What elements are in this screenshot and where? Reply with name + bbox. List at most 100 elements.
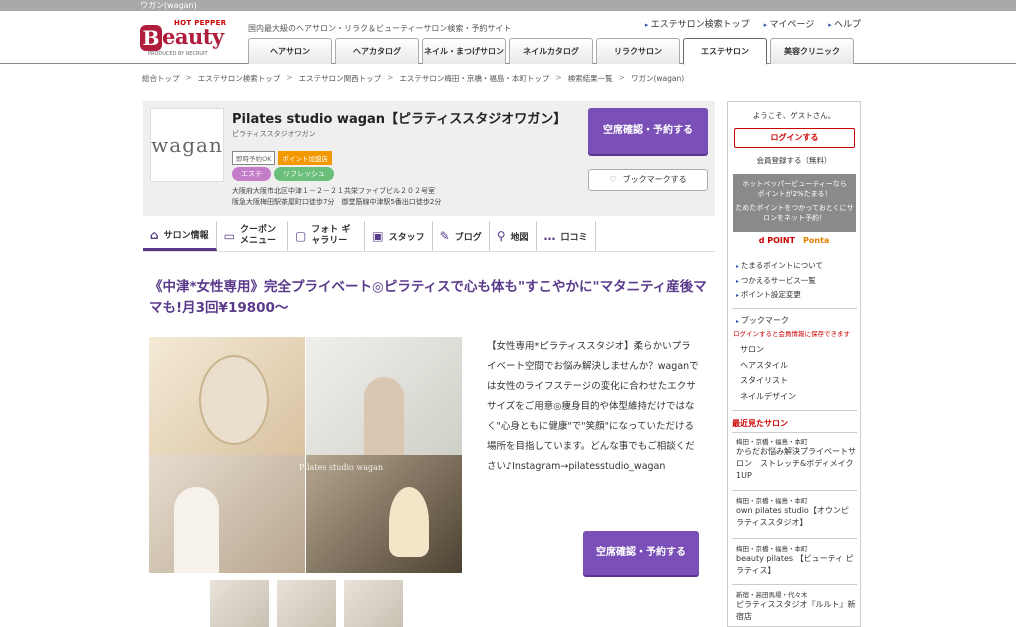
nav-salon-info[interactable]: ⌂ サロン情報 bbox=[143, 221, 217, 251]
tab-hair-catalog[interactable]: ヘアカタログ bbox=[335, 38, 419, 64]
point-link[interactable]: ポイント設定変更 bbox=[736, 288, 823, 303]
promo-line: ポイントが2%たまる！ bbox=[757, 190, 832, 198]
salon-name: Pilates studio wagan【ピラティススタジオワガン】 bbox=[232, 112, 567, 127]
coupon-icon: ▭ bbox=[223, 229, 235, 243]
recent-area: 梅田・京橋・福島・本町 bbox=[736, 545, 808, 553]
crumb-umeda[interactable]: エステサロン梅田・京橋・福島・本町トップ bbox=[399, 73, 549, 84]
hotpepper-beauty-logo[interactable]: HOT PEPPER B eauty PRODUCED BY RECRUIT bbox=[140, 17, 230, 57]
logo-word: eauty bbox=[162, 24, 224, 49]
divider bbox=[732, 432, 857, 433]
pencil-icon: ✎ bbox=[439, 229, 450, 243]
tab-nail-catalog[interactable]: ネイルカタログ bbox=[509, 38, 593, 64]
recent-salon-item[interactable]: 梅田・京橋・福島・本町 からだお悩み解決プライベートサロン ストレッチ&ボディメ… bbox=[736, 436, 856, 482]
page-title: ワガン(wagan) bbox=[140, 1, 197, 10]
bookmark-label: ブックマークする bbox=[622, 175, 687, 184]
photo-instructor-book bbox=[149, 455, 305, 573]
bookmark-links: サロン ヘアスタイル スタイリスト ネイルデザイン bbox=[740, 342, 796, 404]
header-links: エステサロン検索トップ マイページ ヘルプ bbox=[645, 17, 861, 30]
salon-main-photo[interactable]: Pilates studio wagan bbox=[149, 337, 462, 573]
nav-staff[interactable]: ▣ スタッフ bbox=[365, 221, 433, 251]
bookmark-note: ログインすると会員情報に保存できます bbox=[733, 330, 850, 338]
recent-name: beauty pilates 【ビューティ ピラティス】 bbox=[736, 554, 854, 575]
bookmark-heading: ブックマーク bbox=[736, 315, 789, 326]
tab-nail-eyelash[interactable]: ネイル・まつげサロン bbox=[422, 38, 506, 64]
browser-title-bar: ワガン(wagan) bbox=[0, 0, 1016, 11]
photo-crystal-glow bbox=[389, 487, 429, 557]
salon-logo: wagan bbox=[150, 108, 224, 182]
link-esthe-top[interactable]: エステサロン検索トップ bbox=[645, 17, 750, 30]
logo-sub: PRODUCED BY RECRUIT bbox=[148, 51, 208, 57]
nav-label: 地図 bbox=[510, 232, 529, 243]
site-tagline: 国内最大級のヘアサロン・リラク＆ビューティーサロン検索・予約サイト bbox=[248, 24, 512, 33]
bookmark-link-nail[interactable]: ネイルデザイン bbox=[740, 389, 796, 405]
nav-map[interactable]: ⚲ 地図 bbox=[490, 221, 537, 251]
crumb-esthe-top[interactable]: エステサロン検索トップ bbox=[198, 73, 281, 84]
recent-area: 新宿・高田馬場・代々木 bbox=[736, 591, 808, 599]
instant-booking-badge: 即時予約OK bbox=[232, 151, 276, 165]
thumbnail[interactable] bbox=[277, 580, 336, 627]
logo-letter: B bbox=[140, 25, 162, 51]
bookmark-link-salon[interactable]: サロン bbox=[740, 342, 796, 358]
photo-crystal bbox=[306, 455, 462, 573]
point-link[interactable]: たまるポイントについて bbox=[736, 259, 823, 274]
link-mypage[interactable]: マイページ bbox=[764, 17, 814, 30]
genre-esthe-pill: エステ bbox=[232, 167, 271, 181]
recent-name: ピラティススタジオ『ルルト』新宿店 bbox=[736, 600, 856, 621]
breadcrumb: 総合トップ > エステサロン検索トップ > エステサロン関西トップ > エステサロン梅… bbox=[142, 73, 685, 84]
crumb-home[interactable]: 総合トップ bbox=[142, 73, 180, 84]
bookmark-link-hairstyle[interactable]: ヘアスタイル bbox=[740, 358, 796, 374]
nav-coupon-menu[interactable]: ▭ クーポン メニュー bbox=[217, 221, 288, 251]
crumb-results[interactable]: 検索結果一覧 bbox=[568, 73, 613, 84]
nav-reviews[interactable]: … 口コミ bbox=[537, 221, 596, 251]
link-help[interactable]: ヘルプ bbox=[828, 17, 861, 30]
salon-address: 大阪府大阪市北区中津１－２－２１共栄ファイブビル２０２号室 bbox=[232, 187, 435, 195]
recent-salon-item[interactable]: 梅田・京橋・福島・本町 beauty pilates 【ビューティ ピラティス】 bbox=[736, 543, 856, 577]
divider bbox=[732, 584, 857, 585]
photo-caption: Pilates studio wagan bbox=[299, 463, 384, 472]
promo-line: ためたポイントをつかっておとくにサロンをネット予約！ bbox=[735, 204, 854, 222]
tab-relax[interactable]: リラクサロン bbox=[596, 38, 680, 64]
photo-thumbnails bbox=[210, 580, 403, 627]
nav-label: クーポン メニュー bbox=[239, 225, 276, 246]
divider bbox=[732, 308, 857, 309]
welcome-text: ようこそ、ゲストさん。 bbox=[752, 111, 836, 120]
thumbnail[interactable] bbox=[210, 580, 269, 627]
recent-salons-heading: 最近見たサロン bbox=[732, 419, 788, 428]
recent-area: 梅田・京橋・福島・本町 bbox=[736, 497, 808, 505]
point-logos: d POINT Ponta bbox=[728, 236, 860, 245]
home-icon: ⌂ bbox=[150, 227, 159, 242]
sidebar: ようこそ、ゲストさん。 ログインする 会員登録する（無料） ホットペッパービュー… bbox=[727, 101, 861, 627]
bookmark-link-stylist[interactable]: スタイリスト bbox=[740, 373, 796, 389]
heart-icon: ♡ bbox=[609, 175, 617, 184]
nav-label: スタッフ bbox=[388, 232, 425, 243]
tab-clinic[interactable]: 美容クリニック bbox=[770, 38, 854, 64]
point-promo-banner[interactable]: ホットペッパービューティーなら ポイントが2%たまる！ ためたポイントをつかって… bbox=[733, 174, 856, 232]
tab-hair-salon[interactable]: ヘアサロン bbox=[248, 38, 332, 64]
bookmark-button[interactable]: ♡ ブックマークする bbox=[588, 169, 708, 191]
book-button-bottom[interactable]: 空席確認・予約する bbox=[583, 531, 699, 575]
points-member-badge: ポイント加盟店 bbox=[278, 151, 332, 165]
register-link[interactable]: 会員登録する（無料） bbox=[728, 155, 860, 166]
crumb-kansai[interactable]: エステサロン関西トップ bbox=[299, 73, 382, 84]
recent-name: からだお悩み解決プライベートサロン ストレッチ&ボディメイク1UP bbox=[736, 447, 856, 480]
photo-instructor-figure bbox=[364, 377, 404, 455]
nav-photo-gallery[interactable]: ▢ フォト ギャラリー bbox=[288, 221, 366, 251]
salon-kana: ピラティススタジオワガン bbox=[232, 130, 316, 138]
recent-salon-item[interactable]: 新宿・高田馬場・代々木 ピラティススタジオ『ルルト』新宿店 bbox=[736, 589, 856, 623]
login-button[interactable]: ログインする bbox=[734, 128, 855, 148]
point-link[interactable]: つかえるサービス一覧 bbox=[736, 274, 823, 289]
nav-label: 口コミ bbox=[560, 232, 588, 243]
recent-salon-item[interactable]: 梅田・京橋・福島・本町 own pilates studio【オウンピラティスス… bbox=[736, 495, 856, 529]
nav-label: サロン情報 bbox=[163, 231, 209, 241]
divider bbox=[732, 490, 857, 491]
recent-name: own pilates studio【オウンピラティススタジオ】 bbox=[736, 506, 849, 527]
nav-label: ブログ bbox=[454, 232, 482, 243]
tab-esthe[interactable]: エステサロン bbox=[683, 38, 767, 65]
thumbnail[interactable] bbox=[344, 580, 403, 627]
nav-divider bbox=[143, 251, 715, 252]
book-button-top[interactable]: 空席確認・予約する bbox=[588, 108, 708, 154]
salon-description: 【女性専用*ピラティススタジオ】柔らかいプライベート空間でお悩み解決しませんか？… bbox=[487, 341, 699, 472]
dpoint-logo: d POINT bbox=[758, 236, 796, 245]
crumb-current: ワガン(wagan) bbox=[630, 74, 685, 83]
nav-blog[interactable]: ✎ ブログ bbox=[433, 221, 490, 251]
